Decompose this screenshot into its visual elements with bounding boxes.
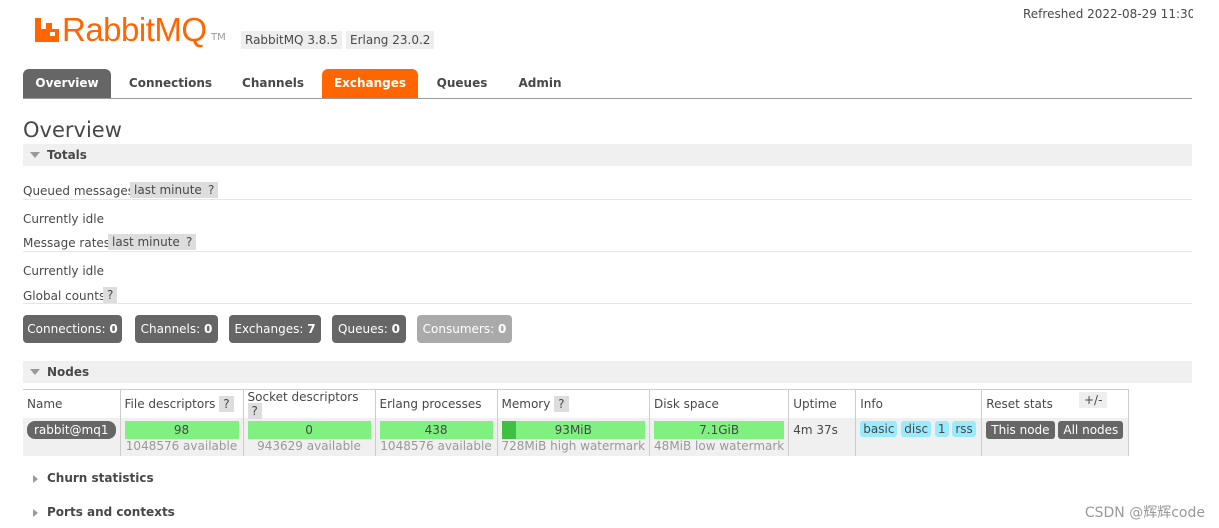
file-descriptors-cell: 98 1048576 available [120, 418, 244, 456]
queued-messages-range[interactable]: last minute [130, 182, 206, 198]
main-tabs: Overview Connections Channels Exchanges … [23, 69, 1192, 99]
tab-exchanges[interactable]: Exchanges [322, 69, 418, 98]
col-erlang-processes[interactable]: Erlang processes [375, 389, 498, 418]
rabbitmq-logo-icon [35, 18, 59, 42]
info-tag-basic: basic [860, 421, 898, 437]
consumers-count-button[interactable]: Consumers: 0 [417, 315, 512, 343]
message-rates-range[interactable]: last minute [108, 234, 184, 250]
watermark: CSDN @辉辉code [1084, 505, 1205, 521]
channels-count-button[interactable]: Channels: 0 [135, 315, 218, 343]
col-file-descriptors[interactable]: File descriptors ? [120, 389, 244, 418]
queued-messages-label: Queued messages [23, 184, 135, 198]
memory-bar: 93MiB [501, 421, 646, 439]
totals-section-header[interactable]: Totals [23, 144, 1192, 166]
queues-count-button[interactable]: Queues: 0 [332, 315, 406, 343]
collapse-arrow-icon [30, 369, 40, 375]
erlang-version: Erlang 23.0.2 [346, 31, 435, 49]
nodes-table: Name File descriptors ? Socket descripto… [23, 389, 1130, 456]
logo-tm: TM [211, 32, 226, 43]
nodes-label: Nodes [47, 365, 90, 379]
reset-stats-cell: This node All nodes [981, 418, 1130, 456]
ports-and-contexts-section[interactable]: Ports and contexts [33, 505, 175, 519]
col-name[interactable]: Name [23, 389, 121, 418]
socket-descriptors-bar: 0 [247, 421, 371, 439]
tab-admin[interactable]: Admin [508, 69, 572, 98]
col-memory[interactable]: Memory ? [497, 389, 651, 418]
memory-watermark: 728MiB high watermark [501, 439, 646, 453]
expand-arrow-icon [33, 508, 38, 517]
info-tag-count: 1 [934, 421, 949, 437]
global-counts-label: Global counts [23, 289, 106, 303]
queued-idle-text: Currently idle [23, 212, 104, 226]
file-descriptors-available: 1048576 available [125, 439, 238, 453]
help-icon[interactable]: ? [219, 396, 234, 412]
col-uptime[interactable]: Uptime [788, 389, 857, 418]
collapse-arrow-icon [30, 152, 40, 158]
erlang-processes-available: 1048576 available [380, 439, 492, 453]
col-disk-space[interactable]: Disk space [649, 389, 790, 418]
info-tag-disc: disc [901, 421, 932, 437]
node-name-link[interactable]: rabbit@mq1 [27, 421, 116, 439]
rabbitmq-logo: RabbitMQ TM [33, 11, 226, 48]
erlang-processes-bar: 438 [379, 421, 493, 439]
memory-cell: 93MiB 728MiB high watermark [497, 418, 651, 456]
divider [23, 199, 1192, 200]
exchanges-count-button[interactable]: Exchanges: 7 [229, 315, 321, 343]
tab-channels[interactable]: Channels [233, 69, 313, 98]
tab-connections[interactable]: Connections [123, 69, 218, 98]
disk-space-cell: 7.1GiB 48MiB low watermark [649, 418, 790, 456]
socket-descriptors-available: 943629 available [257, 439, 361, 453]
page-title: Overview [23, 118, 122, 142]
info-tag-rss: rss [952, 421, 976, 437]
rabbitmq-version: RabbitMQ 3.8.5 [241, 31, 342, 49]
nodes-section-header[interactable]: Nodes [23, 361, 1192, 383]
help-icon[interactable]: ? [247, 403, 262, 419]
tab-overview[interactable]: Overview [23, 69, 111, 98]
info-cell: basic disc 1 rss [855, 418, 983, 456]
col-info[interactable]: Info [855, 389, 983, 418]
reset-all-nodes-button[interactable]: All nodes [1058, 421, 1124, 439]
nodes-table-header: Name File descriptors ? Socket descripto… [23, 389, 1130, 419]
logo-text: RabbitMQ [62, 11, 207, 48]
node-name-cell: rabbit@mq1 [23, 418, 121, 456]
uptime-cell: 4m 37s [788, 418, 857, 456]
disk-watermark: 48MiB low watermark [654, 439, 785, 453]
refreshed-timestamp: Refreshed 2022-08-29 11:30: [1023, 7, 1193, 21]
churn-statistics-section[interactable]: Churn statistics [33, 471, 154, 485]
columns-toggle-button[interactable]: +/- [1079, 392, 1108, 408]
uptime-value: 4m 37s [793, 423, 838, 437]
queued-messages-help[interactable]: ? [204, 182, 219, 198]
erlang-processes-cell: 438 1048576 available [375, 418, 498, 456]
totals-label: Totals [47, 148, 87, 162]
expand-arrow-icon [33, 474, 38, 483]
message-rates-help[interactable]: ? [182, 234, 197, 250]
rates-idle-text: Currently idle [23, 264, 104, 278]
tab-queues[interactable]: Queues [428, 69, 496, 98]
connections-count-button[interactable]: Connections: 0 [23, 315, 122, 343]
divider [23, 251, 1192, 252]
help-icon[interactable]: ? [554, 396, 569, 412]
divider [23, 303, 1192, 304]
reset-this-node-button[interactable]: This node [986, 421, 1055, 439]
socket-descriptors-cell: 0 943629 available [243, 418, 376, 456]
col-socket-descriptors[interactable]: Socket descriptors ? [243, 389, 376, 419]
memory-fill [501, 421, 516, 439]
message-rates-label: Message rates [23, 236, 111, 250]
file-descriptors-bar: 98 [124, 421, 239, 439]
global-counts-help[interactable]: ? [103, 287, 118, 303]
table-row: rabbit@mq1 98 1048576 available 0 943629… [23, 418, 1130, 456]
disk-space-bar: 7.1GiB [654, 421, 785, 439]
